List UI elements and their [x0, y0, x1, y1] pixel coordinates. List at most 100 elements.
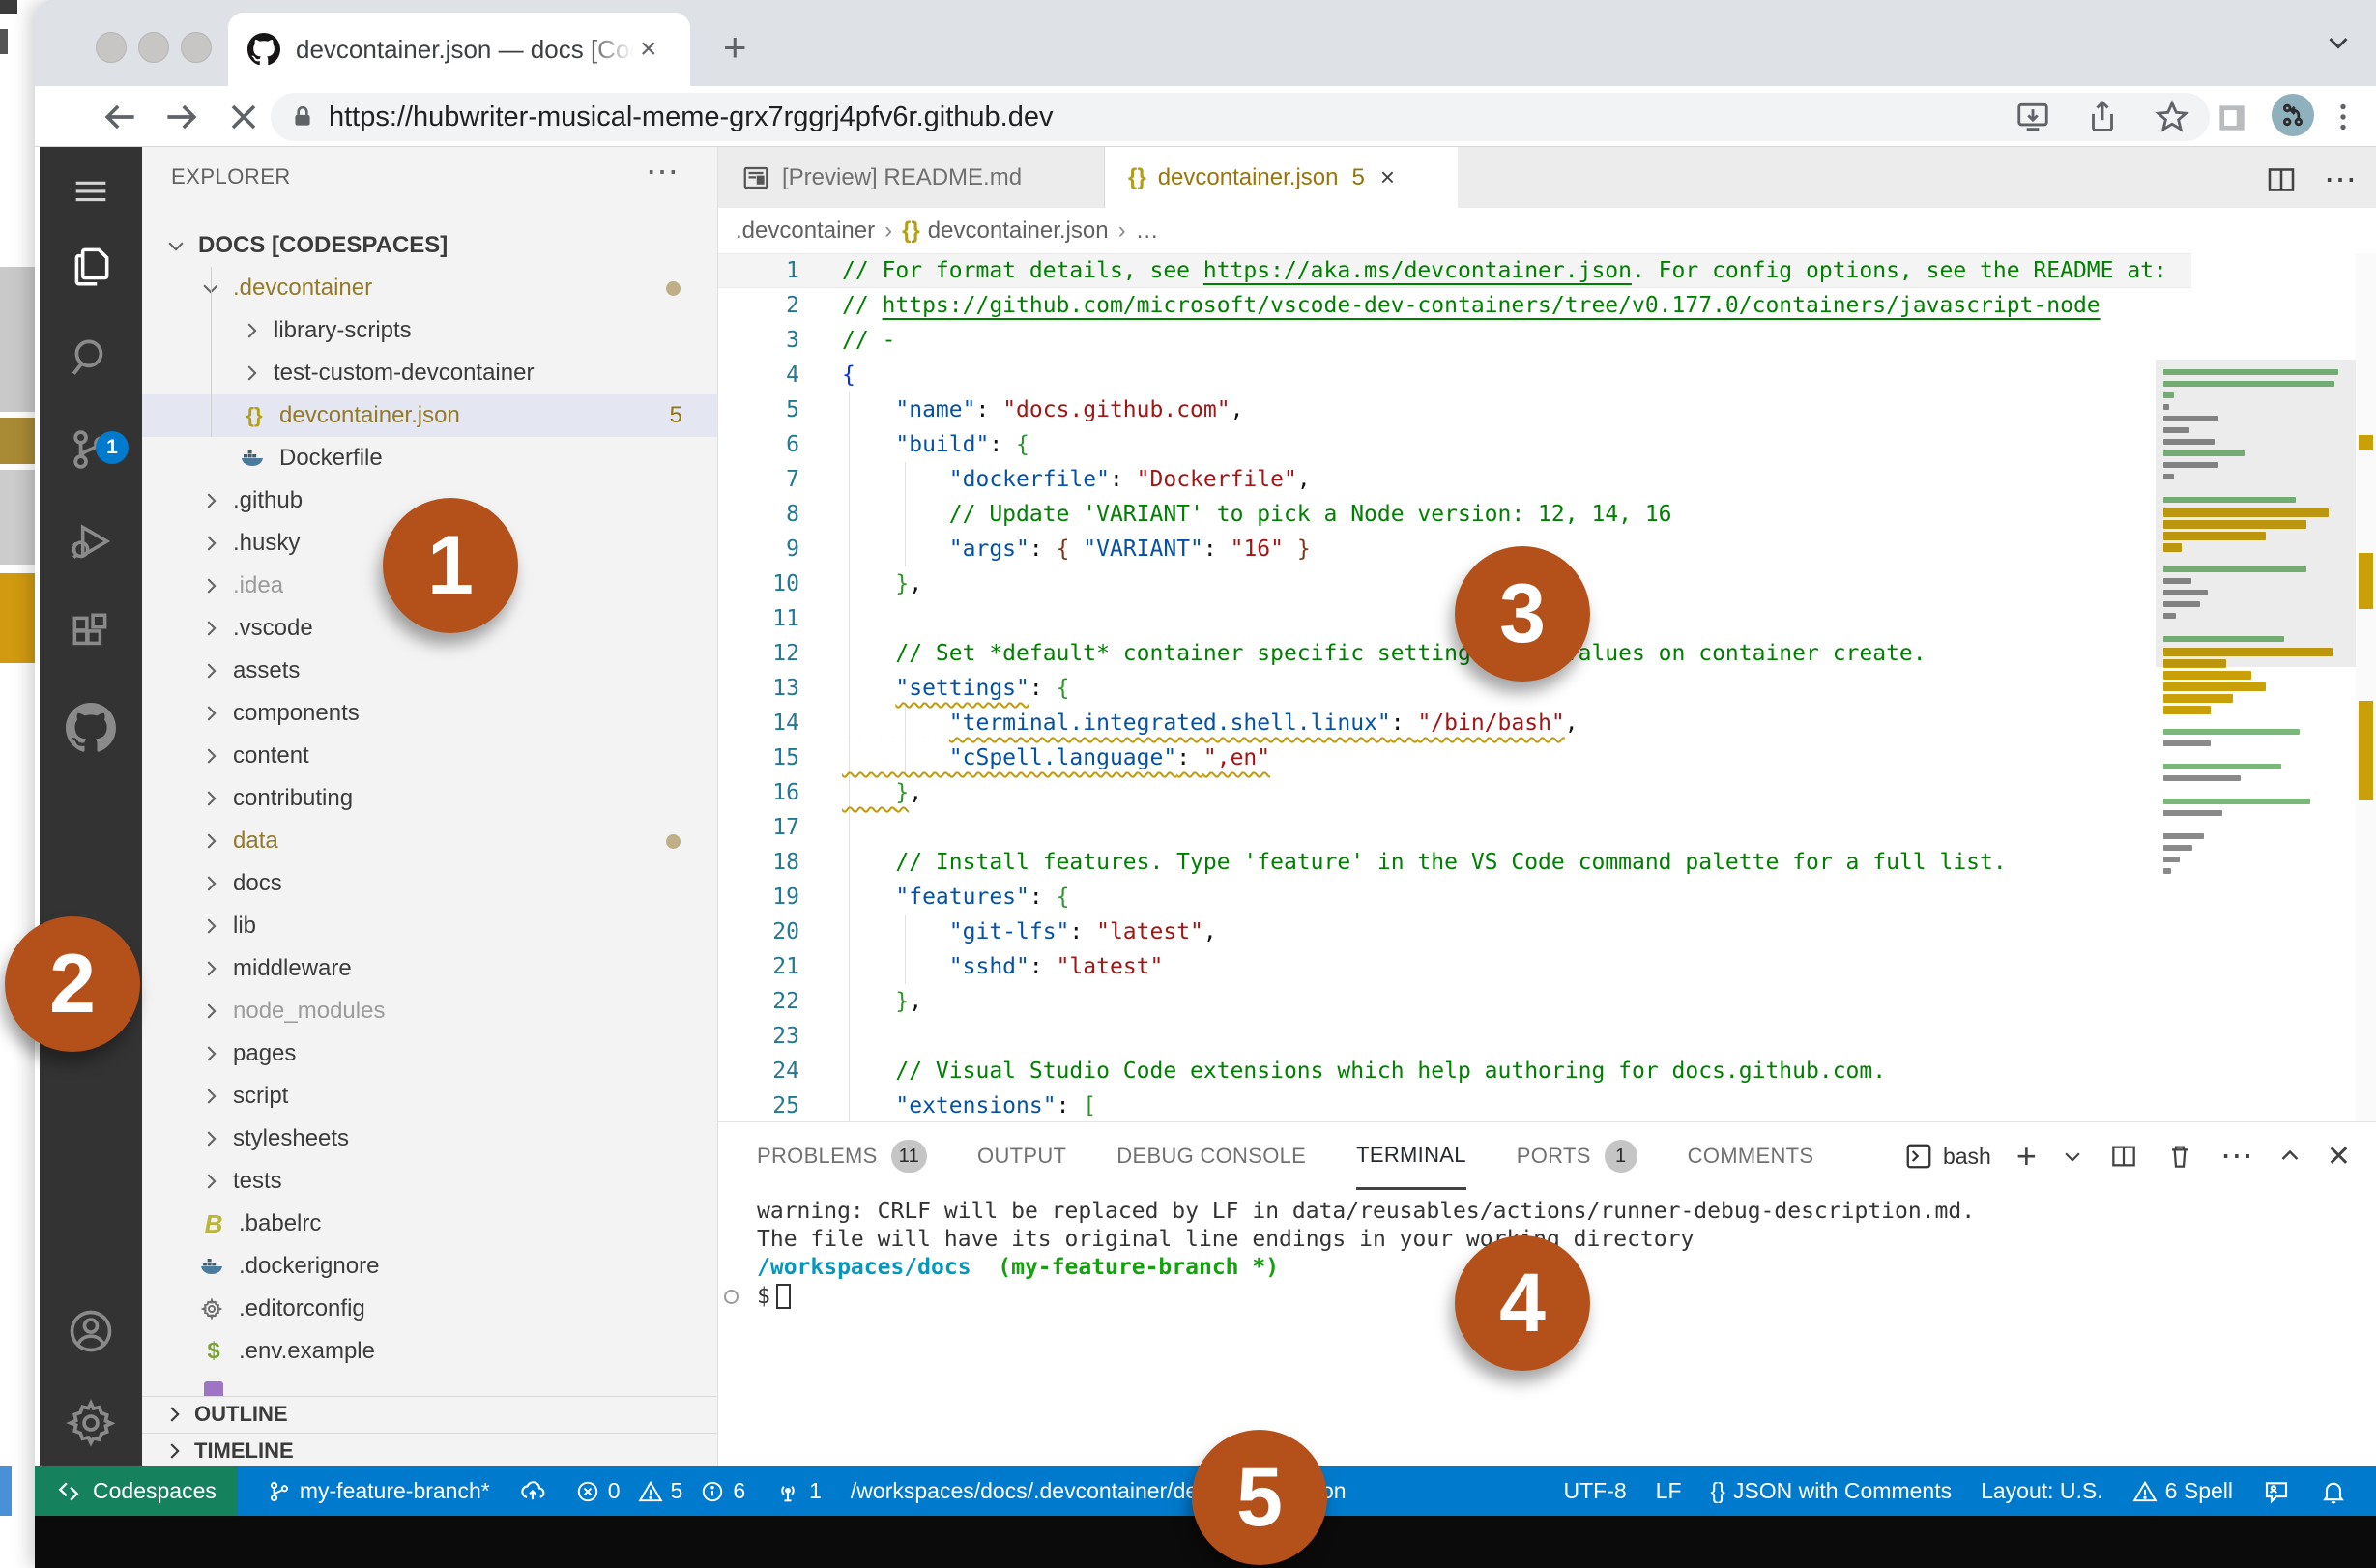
tab-preview-readme[interactable]: [Preview] README.md [718, 147, 1105, 208]
panel-tab-problems[interactable]: PROBLEMS 11 [757, 1122, 928, 1190]
tree-item--dockerignore[interactable]: .dockerignore [142, 1245, 717, 1288]
tree-item-library-scripts[interactable]: library-scripts [142, 309, 717, 352]
new-tab-button[interactable]: + [723, 27, 747, 68]
keyboard-layout-status-item[interactable]: Layout: U.S. [1981, 1478, 2103, 1504]
branch-status-item[interactable]: my-feature-branch* [267, 1478, 490, 1504]
menu-icon[interactable] [40, 147, 142, 234]
panel-tab-label: TERMINAL [1356, 1142, 1466, 1167]
tree-item-pages[interactable]: pages [142, 1032, 717, 1075]
panel-tab-output[interactable]: OUTPUT [977, 1122, 1066, 1190]
stop-loading-icon[interactable] [222, 96, 265, 138]
terminal-shell-picker[interactable]: bash [1904, 1142, 1991, 1171]
tab-close-icon[interactable]: × [1380, 162, 1395, 192]
tree-item-devcontainer-json[interactable]: {} devcontainer.json 5 [142, 394, 717, 437]
tree-item-script[interactable]: script [142, 1075, 717, 1118]
tree-item-data[interactable]: data [142, 820, 717, 862]
timeline-section[interactable]: TIMELINE [142, 1433, 717, 1468]
tree-root-item[interactable]: DOCS [CODESPACES] [142, 224, 717, 267]
sync-status-item[interactable] [519, 1478, 546, 1505]
minimap-line [2163, 845, 2193, 851]
tree-item-docs[interactable]: docs [142, 862, 717, 905]
remote-indicator[interactable]: Codespaces [35, 1466, 238, 1516]
extensions-icon[interactable] [40, 590, 142, 677]
split-editor-icon[interactable] [2264, 162, 2299, 197]
share-icon[interactable] [2084, 99, 2121, 135]
settings-gear-icon[interactable] [40, 1379, 142, 1466]
tree-item--env-example[interactable]: $ .env.example [142, 1330, 717, 1373]
window-zoom-button[interactable] [181, 32, 212, 63]
code-token: : [1109, 467, 1137, 492]
maximize-panel-icon[interactable] [2278, 1145, 2302, 1168]
language-status-item[interactable]: {} JSON with Comments [1711, 1478, 1953, 1504]
code-token: [ [1083, 1093, 1097, 1118]
terminal-output[interactable]: warning: CRLF will be replaced by LF in … [724, 1198, 1975, 1311]
tree-item-middleware[interactable]: middleware [142, 947, 717, 990]
tree-item-contributing[interactable]: contributing [142, 777, 717, 820]
tree-item-node-modules[interactable]: node_modules [142, 990, 717, 1032]
search-icon[interactable] [40, 314, 142, 401]
window-minimize-button[interactable] [138, 32, 169, 63]
explorer-icon[interactable] [40, 222, 142, 309]
account-icon[interactable] [40, 1288, 142, 1375]
tree-item-dockerfile[interactable]: Dockerfile [142, 437, 717, 479]
forward-icon[interactable] [160, 96, 203, 138]
breadcrumb-symbol[interactable]: … [1136, 218, 1159, 245]
tab-close-icon[interactable]: × [640, 33, 657, 66]
explorer-actions-icon[interactable]: ⋯ [646, 153, 679, 191]
kill-terminal-icon[interactable] [2164, 1141, 2195, 1172]
tree-item-tests[interactable]: tests [142, 1160, 717, 1203]
tree-item-label: contributing [233, 785, 354, 811]
tree-item--devcontainer[interactable]: .devcontainer [142, 267, 717, 309]
breadcrumb[interactable]: .devcontainer › {} devcontainer.json › … [718, 208, 2376, 253]
tree-item-content[interactable]: content [142, 735, 717, 777]
problems-status-item[interactable]: 0 5 6 [575, 1478, 745, 1504]
explorer-header: EXPLORER [171, 164, 291, 189]
panel-tab-terminal[interactable]: TERMINAL [1356, 1122, 1466, 1190]
editor-more-actions-icon[interactable]: ⋯ [2324, 160, 2357, 199]
breadcrumb-folder[interactable]: .devcontainer [736, 218, 875, 245]
new-terminal-icon[interactable]: + [2016, 1136, 2037, 1176]
tree-item-assets[interactable]: assets [142, 650, 717, 692]
install-app-icon[interactable] [2014, 99, 2051, 135]
avatar[interactable] [2272, 94, 2314, 136]
breadcrumb-file[interactable]: devcontainer.json [928, 218, 1109, 245]
terminal-dropdown-chevron-icon[interactable] [2062, 1146, 2083, 1167]
encoding-status-item[interactable]: UTF-8 [1563, 1478, 1626, 1504]
minimap-slider[interactable] [2156, 360, 2356, 667]
back-icon[interactable] [99, 96, 141, 138]
tree-item-components[interactable]: components [142, 692, 717, 735]
tree-item-label: library-scripts [274, 317, 412, 343]
spell-status-item[interactable]: 6 Spell [2132, 1478, 2233, 1504]
github-icon[interactable] [40, 684, 142, 771]
source-control-icon[interactable]: 1 [40, 406, 142, 493]
eol-status-item[interactable]: LF [1656, 1478, 1682, 1504]
tree-item-stylesheets[interactable]: stylesheets [142, 1118, 717, 1160]
split-terminal-icon[interactable] [2108, 1141, 2139, 1172]
panel-tab-debug-console[interactable]: DEBUG CONSOLE [1116, 1122, 1306, 1190]
window-close-button[interactable] [96, 32, 127, 63]
run-debug-icon[interactable] [40, 498, 142, 585]
code-token: : [1202, 537, 1231, 562]
panel-more-actions-icon[interactable]: ⋯ [2220, 1137, 2253, 1176]
tree-item-test-custom-devcontainer[interactable]: test-custom-devcontainer [142, 352, 717, 394]
tabstrip-chevron-icon[interactable] [2322, 25, 2355, 58]
close-panel-icon[interactable]: ✕ [2327, 1140, 2351, 1174]
chevron-right-icon [200, 873, 221, 894]
url-bar[interactable]: https://hubwriter-musical-meme-grx7rggrj… [271, 93, 2210, 141]
code-editor[interactable]: 1 2 3 4 5 6 7 8 9 10 11 12 13 14 15 16 17 18 19 20 21 22 23 24 2… [718, 253, 2376, 1268]
browser-tab[interactable]: devcontainer.json — docs [Cod × [228, 13, 690, 86]
tree-item-lib[interactable]: lib [142, 905, 717, 947]
notifications-bell-icon[interactable] [2320, 1478, 2347, 1505]
bookmark-star-icon[interactable] [2154, 99, 2190, 135]
feedback-icon[interactable] [2262, 1477, 2291, 1506]
outline-section[interactable]: OUTLINE [142, 1396, 717, 1432]
minimap-line [2163, 775, 2241, 781]
tree-item--babelrc[interactable]: B .babelrc [142, 1203, 717, 1245]
tab-devcontainer-json[interactable]: {} devcontainer.json 5 × [1105, 147, 1458, 208]
ports-status-item[interactable]: 1 [774, 1478, 822, 1505]
panel-tab-ports[interactable]: PORTS 1 [1517, 1122, 1637, 1190]
panel-tab-comments[interactable]: COMMENTS [1688, 1122, 1814, 1190]
browser-menu-icon[interactable] [2326, 100, 2361, 134]
sidebar-toggle-icon[interactable] [2214, 100, 2250, 136]
tree-item--editorconfig[interactable]: .editorconfig [142, 1288, 717, 1330]
